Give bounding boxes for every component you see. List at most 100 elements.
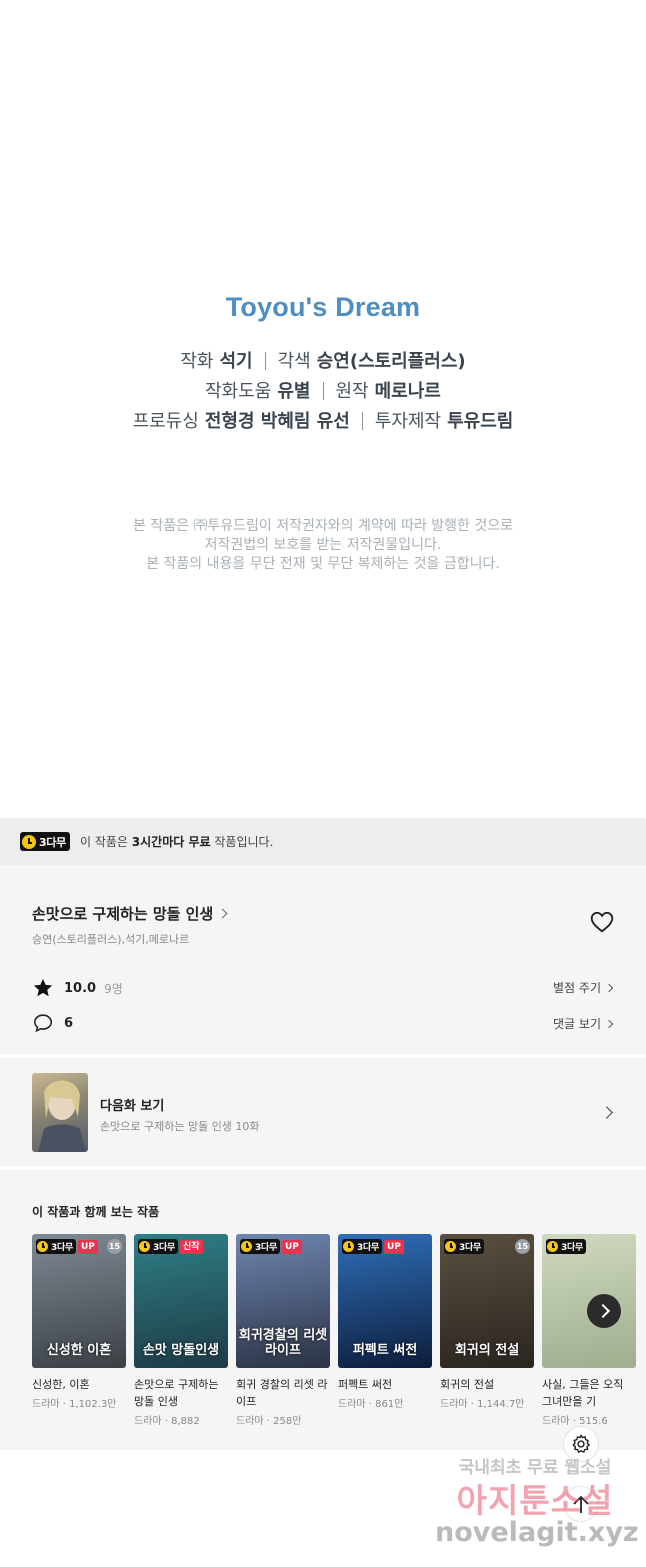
- cover-title-art: 신성한 이혼: [46, 1343, 112, 1358]
- wait-free-badge: 3다무: [20, 832, 70, 851]
- heart-icon[interactable]: [589, 909, 615, 935]
- clock-icon: [241, 1241, 252, 1252]
- credit-name: 투유드림: [447, 411, 514, 432]
- badge-label: 3다무: [459, 1243, 481, 1253]
- recommendation-title: 회귀의 전설: [440, 1378, 495, 1391]
- credit-role: 투자제작: [374, 411, 442, 432]
- credits-page: Toyou's Dream 작화 석기 각색 승연(스토리플러스) 작화도움 유별 원작 메…: [0, 0, 646, 818]
- wait-free-badge: 3다무: [444, 1239, 484, 1254]
- wait-free-badge: 3다무: [138, 1239, 178, 1254]
- free-text-before: 이 작품은: [80, 835, 132, 849]
- age-rating-badge: 15: [515, 1239, 530, 1254]
- divider: [322, 382, 324, 400]
- watermark-line-2: 아지툰소설: [456, 1481, 614, 1520]
- free-banner: 3다무 이 작품은 3시간마다 무료 작품입니다.: [0, 818, 646, 865]
- free-text-bold: 3시간마다 무료: [131, 835, 211, 849]
- carousel-next-button[interactable]: [587, 1294, 621, 1328]
- recommendation-card[interactable]: 3다무 사실, 그들은 오직 그녀만을 기 드라마 · 515.6: [542, 1234, 636, 1427]
- recommendation-strip[interactable]: 3다무 UP 15 신성한 이혼 신성한, 이혼 드라마 · 1,102.3만 3다무 신작 손…: [32, 1234, 646, 1444]
- badge-label: 3다무: [153, 1243, 175, 1253]
- clock-icon: [547, 1241, 558, 1252]
- recommendation-title: 회귀 경찰의 리셋 라이프: [236, 1378, 328, 1408]
- copyright-notice-1: 본 작품은 ㈜투유드림이 저작권자와의 계약에 따라 발행한 것으로: [132, 518, 514, 534]
- wait-free-badge: 3다무: [342, 1239, 382, 1254]
- credit-line-3: 프로듀싱 전형경 박혜림 유선 투자제작 투유드림: [0, 407, 646, 433]
- cover-badges: 3다무 UP: [36, 1239, 98, 1254]
- credit-role: 프로듀싱: [132, 411, 199, 432]
- watermark-line-3: novelagit.xyz: [435, 1517, 639, 1548]
- credit-name: 전형경 박혜림 유선: [204, 411, 350, 432]
- cover-badges: 3다무 UP: [342, 1239, 404, 1254]
- star-icon: [33, 978, 53, 997]
- status-tag: 신작: [179, 1239, 203, 1254]
- chevron-right-icon: [600, 1106, 613, 1119]
- badge-label: 3다무: [357, 1243, 379, 1253]
- cover-badges: 3다무: [444, 1239, 484, 1254]
- chevron-right-icon: [604, 983, 614, 992]
- rate-label: 별점 주기: [553, 981, 601, 995]
- recommendation-meta: 드라마 · 1,102.3만: [32, 1399, 117, 1410]
- recommendations-panel: 이 작품과 함께 보는 작품 3다무 UP 15 신성한 이혼 신성한, 이혼 드라마 ·…: [0, 1170, 646, 1450]
- copyright-notice-3: 본 작품의 내용을 무단 전재 및 무단 복제하는 것을 금합니다.: [146, 556, 500, 572]
- rating-value: 10.0: [64, 980, 97, 996]
- status-tag: UP: [77, 1239, 98, 1254]
- recommendation-card[interactable]: 3다무 UP 15 신성한 이혼 신성한, 이혼 드라마 · 1,102.3만: [32, 1234, 126, 1410]
- cover-badges: 3다무: [546, 1239, 586, 1254]
- cover-badges: 3다무 신작: [138, 1239, 203, 1254]
- recommendation-meta: 드라마 · 515.6: [542, 1416, 608, 1427]
- cover-title-art: 회귀경찰의 리셋라이프: [238, 1328, 328, 1358]
- cover-badges: 3다무 UP: [240, 1239, 302, 1254]
- series-title-link[interactable]: 손맛으로 구제하는 망돌 인생: [32, 903, 228, 924]
- divider: [361, 412, 363, 430]
- cover-title-art: 회귀의 전설: [454, 1343, 520, 1358]
- recommendation-card[interactable]: 3다무 15 회귀의 전설 회귀의 전설 드라마 · 1,144.7만: [440, 1234, 534, 1410]
- badge-label: 3다무: [255, 1243, 277, 1253]
- recommendation-card[interactable]: 3다무 UP 퍼펙트 써전 퍼펙트 써전 드라마 · 861만: [338, 1234, 432, 1410]
- badge-label: 3다무: [561, 1243, 583, 1253]
- recommendation-meta: 드라마 · 861만: [338, 1399, 404, 1410]
- next-episode-thumbnail: [32, 1073, 88, 1152]
- recommendation-card[interactable]: 3다무 신작손맛 망돌인생손맛으로 구제하는 망돌 인생드라마 · 8,882: [134, 1234, 228, 1427]
- clock-icon: [37, 1241, 48, 1252]
- recommendation-meta: 드라마 · 1,144.7만: [440, 1399, 525, 1410]
- rating-row: 10.0 9명: [32, 977, 123, 999]
- publisher-logo: Toyou's Dream: [225, 292, 421, 322]
- cover-title-art: 퍼펙트 써전: [352, 1343, 418, 1358]
- series-info-panel: 손맛으로 구제하는 망돌 인생 승연(스토리플러스),석기,메로나르 10.0 …: [0, 865, 646, 1054]
- rating-count: 9명: [104, 981, 123, 996]
- credit-name: 유별: [277, 381, 311, 402]
- recommendation-cover: 3다무 UP 퍼펙트 써전: [338, 1234, 432, 1368]
- recommendation-card[interactable]: 3다무 UP 회귀경찰의 리셋라이프회귀 경찰의 리셋 라이프드라마 · 258만: [236, 1234, 330, 1427]
- wait-free-badge: 3다무: [546, 1239, 586, 1254]
- wait-free-badge: 3다무: [240, 1239, 280, 1254]
- clock-icon: [22, 834, 36, 849]
- series-title: 손맛으로 구제하는 망돌 인생: [32, 905, 214, 923]
- comments-row: 6: [32, 1012, 73, 1034]
- clock-icon: [139, 1241, 150, 1252]
- rate-button[interactable]: 별점 주기: [553, 979, 614, 996]
- recommendation-meta: 드라마 · 8,882: [134, 1416, 200, 1427]
- next-episode-label: 다음화 보기: [100, 1099, 165, 1114]
- comments-button[interactable]: 댓글 보기: [553, 1015, 614, 1032]
- next-episode-card[interactable]: 다음화 보기 손맛으로 구제하는 망돌 인생 10화: [0, 1058, 646, 1166]
- credit-name: 승연(스토리플러스): [316, 351, 466, 372]
- credit-line-1: 작화 석기 각색 승연(스토리플러스): [0, 347, 646, 373]
- recommendation-cover: 3다무 15 회귀의 전설: [440, 1234, 534, 1368]
- comment-icon: [33, 1014, 53, 1033]
- chevron-right-icon: [217, 908, 228, 919]
- comments-label: 댓글 보기: [553, 1017, 601, 1031]
- recommendation-title: 손맛으로 구제하는 망돌 인생: [134, 1378, 219, 1408]
- free-text-after: 작품입니다.: [210, 835, 274, 849]
- credit-role: 각색: [277, 351, 311, 372]
- next-episode-subtitle: 손맛으로 구제하는 망돌 인생 10화: [100, 1120, 260, 1133]
- recommendation-meta: 드라마 · 258만: [236, 1416, 302, 1427]
- cover-title-art: 손맛 망돌인생: [142, 1343, 220, 1358]
- recommendations-heading: 이 작품과 함께 보는 작품: [32, 1205, 160, 1219]
- comment-count: 6: [64, 1015, 74, 1031]
- recommendation-title: 퍼펙트 써전: [338, 1378, 393, 1391]
- badge-label: 3다무: [51, 1243, 73, 1253]
- clock-icon: [343, 1241, 354, 1252]
- wait-free-badge: 3다무: [36, 1239, 76, 1254]
- credit-name: 메로나르: [374, 381, 441, 402]
- credit-role: 작화도움: [205, 381, 272, 402]
